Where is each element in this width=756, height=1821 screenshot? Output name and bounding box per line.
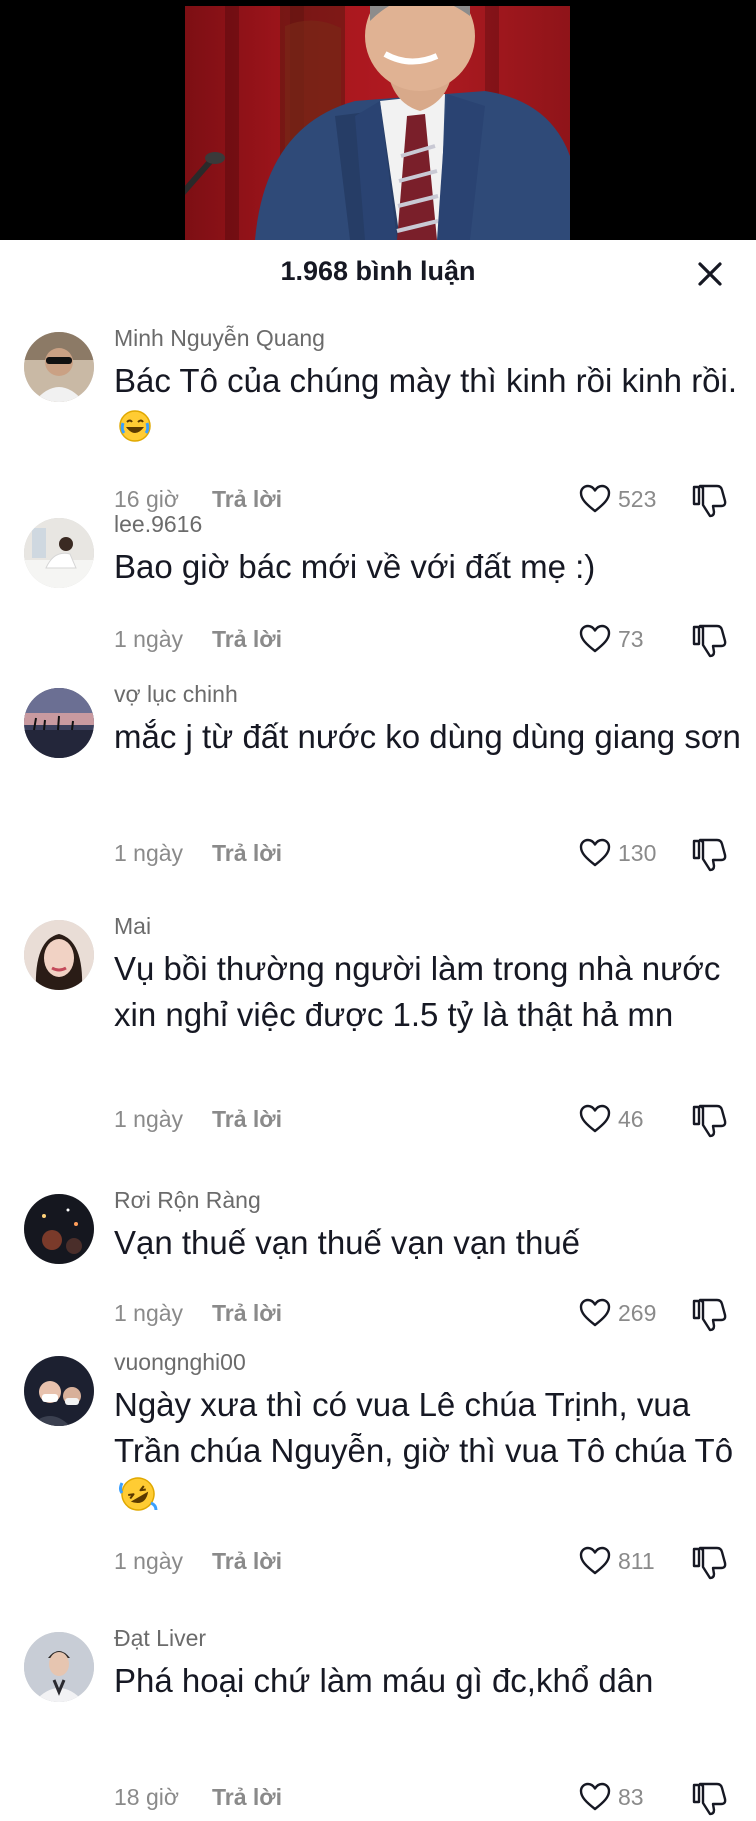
comment-time: 1 ngày — [114, 1548, 184, 1574]
laughing-emoji-icon — [118, 409, 152, 455]
comment-count-title: 1.968 bình luận — [280, 256, 476, 286]
dislike-icon — [692, 624, 727, 658]
heart-icon — [579, 1298, 611, 1327]
video-player[interactable] — [0, 0, 756, 240]
comment-username[interactable]: Minh Nguyễn Quang — [114, 324, 754, 352]
avatar[interactable] — [24, 688, 94, 758]
heart-icon — [579, 1546, 611, 1575]
comment-text: mắc j từ đất nước ko dùng dùng giang sơn — [114, 718, 741, 755]
dislike-button[interactable] — [690, 1102, 730, 1138]
dislike-button[interactable] — [690, 622, 730, 658]
comment-time: 1 ngày — [114, 1300, 184, 1326]
avatar[interactable] — [24, 518, 94, 588]
dislike-button[interactable] — [690, 1544, 730, 1580]
comment-time: 1 ngày — [114, 626, 184, 652]
like-count: 46 — [618, 1106, 644, 1132]
comments-header: 1.968 bình luận — [0, 240, 756, 308]
like-count: 73 — [618, 626, 644, 652]
reply-button[interactable]: Trả lời — [212, 1544, 282, 1578]
like-count: 130 — [618, 840, 657, 866]
video-frame — [185, 6, 570, 240]
comment-time: 1 ngày — [114, 1106, 184, 1132]
avatar[interactable] — [24, 1632, 94, 1702]
heart-icon — [579, 624, 611, 653]
comments-sheet: 1.968 bình luận Minh Nguyễn Quang Bác Tô… — [0, 240, 756, 1816]
like-count: 269 — [618, 1300, 657, 1326]
comment-text: Vạn thuế vạn thuế vạn vạn thuế — [114, 1224, 581, 1261]
rofl-emoji-icon — [118, 1475, 158, 1525]
reply-button[interactable]: Trả lời — [212, 1102, 282, 1136]
comment-time: 1 ngày — [114, 840, 184, 866]
comment-text: Bao giờ bác mới về với đất mẹ :) — [114, 548, 596, 585]
reply-button[interactable]: Trả lời — [212, 836, 282, 870]
dislike-button[interactable] — [690, 1296, 730, 1332]
dislike-icon — [692, 1782, 727, 1816]
reply-button[interactable]: Trả lời — [212, 622, 282, 656]
avatar[interactable] — [24, 920, 94, 990]
like-count: 83 — [618, 1784, 644, 1810]
comment-text: Bác Tô của chúng mày thì kinh rồi kinh r… — [114, 358, 754, 455]
close-button[interactable] — [690, 254, 730, 294]
dislike-icon — [692, 1104, 727, 1138]
comment-text: Phá hoại chứ làm máu gì đc,khổ dân — [114, 1662, 654, 1699]
comment-text: Ngày xưa thì có vua Lê chúa Trịnh, vua T… — [114, 1382, 754, 1525]
dislike-button[interactable] — [690, 1780, 730, 1816]
comment-username[interactable]: Rơi Rộn Ràng — [114, 1186, 754, 1214]
dislike-icon — [692, 1546, 727, 1580]
comment-meta: 18 giờ Trả lời 83 — [114, 1780, 754, 1816]
video-still-image — [185, 6, 570, 240]
avatar[interactable] — [24, 1356, 94, 1426]
comment-meta: 1 ngày Trả lời 130 — [114, 836, 754, 872]
avatar[interactable] — [24, 1194, 94, 1264]
comment-username[interactable]: vợ lục chinh — [114, 680, 754, 708]
heart-icon — [579, 838, 611, 867]
heart-icon — [579, 1782, 611, 1811]
like-count: 811 — [618, 1548, 655, 1574]
comment-username[interactable]: vuongnghi00 — [114, 1348, 754, 1376]
close-icon — [698, 262, 722, 286]
comment-meta: 1 ngày Trả lời 811 — [114, 1544, 754, 1580]
comment-username[interactable]: Đạt Liver — [114, 1624, 754, 1652]
comment-meta: 1 ngày Trả lời 269 — [114, 1296, 754, 1332]
dislike-icon — [692, 838, 727, 872]
heart-icon — [579, 1104, 611, 1133]
reply-button[interactable]: Trả lời — [212, 1296, 282, 1330]
comment-meta: 1 ngày Trả lời 73 — [114, 622, 754, 658]
comment-username[interactable]: Mai — [114, 912, 754, 940]
reply-button[interactable]: Trả lời — [212, 1780, 282, 1814]
avatar[interactable] — [24, 332, 94, 402]
comment-text: Vụ bồi thường người làm trong nhà nước x… — [114, 950, 721, 1033]
dislike-icon — [692, 1298, 727, 1332]
comment-time: 18 giờ — [114, 1784, 179, 1810]
dislike-button[interactable] — [690, 836, 730, 872]
comment-username[interactable]: lee.9616 — [114, 510, 754, 538]
comment-meta: 1 ngày Trả lời 46 — [114, 1102, 754, 1138]
